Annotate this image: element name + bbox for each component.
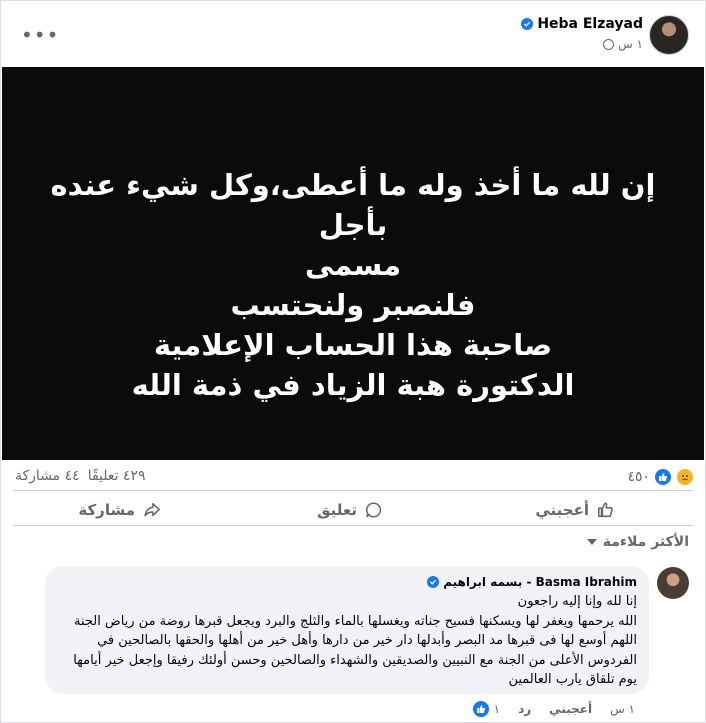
post-image[interactable]: إن لله ما أخذ وله ما أعطى،وكل شيء عنده ب… bbox=[2, 67, 704, 460]
comment-sort-dropdown[interactable]: الأكثر ملاءمة bbox=[586, 534, 689, 550]
post-header: Heba Elzayad ١ س ••• bbox=[1, 1, 705, 67]
divider bbox=[13, 490, 693, 491]
comment-reactions[interactable]: ١ bbox=[471, 700, 501, 718]
sort-label: الأكثر ملاءمة bbox=[602, 534, 689, 550]
share-button[interactable]: مشاركة bbox=[78, 499, 161, 521]
comment-button[interactable]: تعليق bbox=[317, 499, 383, 521]
comment-time[interactable]: ١ س bbox=[610, 702, 635, 716]
shares-count[interactable]: ٤٤ مشاركة bbox=[15, 468, 80, 484]
thumbs-up-icon bbox=[598, 502, 613, 518]
comment-reply-button[interactable]: رد bbox=[518, 702, 531, 716]
comment-bubble: بسمه ابراهيم - Basma Ibrahim إنا لله وإن… bbox=[45, 566, 649, 694]
like-reaction-icon bbox=[471, 700, 490, 718]
post-time[interactable]: ١ س bbox=[618, 37, 643, 51]
share-arrow-icon bbox=[144, 502, 160, 517]
verified-badge-icon bbox=[427, 576, 440, 588]
reactions-count: ٤٥٠ bbox=[627, 469, 650, 485]
sad-reaction-icon bbox=[676, 468, 694, 486]
like-reaction-icon bbox=[654, 468, 672, 486]
commenter-avatar[interactable] bbox=[657, 567, 689, 599]
comment-text: إنا لله وإنا إليه راجعون الله يرحمها ويغ… bbox=[73, 594, 637, 687]
post-card: Heba Elzayad ١ س ••• إن لله ما أخذ وله م… bbox=[0, 0, 706, 723]
like-button-label: أعجبني bbox=[535, 501, 589, 519]
verified-badge-icon bbox=[521, 18, 534, 30]
reactions-summary[interactable]: ٤٥٠ bbox=[627, 468, 694, 486]
caret-down-icon bbox=[586, 538, 597, 545]
author-name-row[interactable]: Heba Elzayad bbox=[521, 16, 643, 32]
post-meta: ١ س bbox=[603, 37, 643, 51]
comments-count[interactable]: ٤٢٩ تعليقًا bbox=[88, 468, 146, 484]
comment-likes-count: ١ bbox=[493, 702, 501, 716]
share-button-label: مشاركة bbox=[78, 501, 135, 519]
more-options-icon[interactable]: ••• bbox=[21, 23, 59, 47]
post-image-text: إن لله ما أخذ وله ما أعطى،وكل شيء عنده ب… bbox=[50, 168, 656, 402]
comment-button-label: تعليق bbox=[317, 501, 357, 519]
comment-footer: ١ س أعجبني رد ١ bbox=[471, 700, 635, 718]
globe-icon bbox=[603, 38, 615, 50]
author-avatar[interactable] bbox=[649, 15, 689, 55]
divider bbox=[13, 525, 693, 526]
commenter-name-row[interactable]: بسمه ابراهيم - Basma Ibrahim bbox=[427, 575, 637, 589]
comment-bubble-icon bbox=[366, 502, 382, 518]
like-button[interactable]: أعجبني bbox=[535, 499, 615, 521]
commenter-name[interactable]: بسمه ابراهيم - Basma Ibrahim bbox=[443, 575, 637, 589]
engagement-counts: ٤٢٩ تعليقًا ٤٤ مشاركة bbox=[15, 468, 146, 484]
author-name[interactable]: Heba Elzayad bbox=[537, 16, 643, 32]
comment-like-button[interactable]: أعجبني bbox=[549, 702, 592, 716]
